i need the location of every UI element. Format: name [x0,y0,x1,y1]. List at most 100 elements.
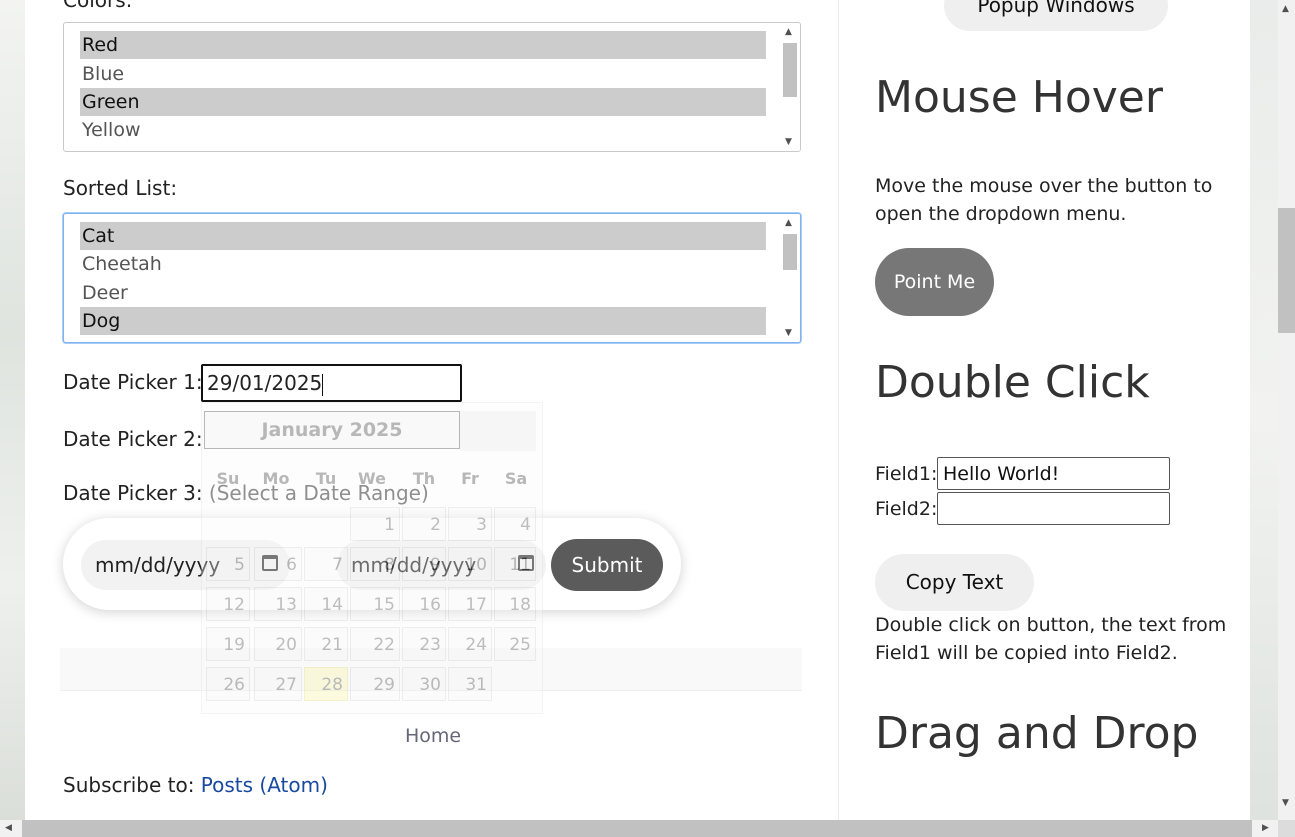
scroll-down-icon[interactable]: ▼ [785,328,792,338]
datepicker-day[interactable]: 5 [206,547,250,581]
datepicker-empty-cell [494,667,536,701]
datepicker-day[interactable]: 12 [206,587,250,621]
datepicker-day[interactable]: 26 [206,667,250,701]
datepicker-header-bar [460,411,536,451]
datepicker-day[interactable]: 22 [350,627,400,661]
scroll-down-icon[interactable]: ▼ [1282,798,1289,808]
datepicker-month-title: January 2025 [204,411,460,449]
subscribe-label: Subscribe to: [63,773,195,797]
date-picker-1-input[interactable]: 29/01/2025 [201,364,462,402]
datepicker-day[interactable]: 10 [448,547,492,581]
datepicker-day[interactable]: 31 [448,667,492,701]
datepicker-day[interactable]: 6 [254,547,302,581]
text-caret [322,373,324,396]
point-me-button[interactable]: Point Me [875,248,994,316]
home-link[interactable]: Home [405,725,461,747]
date-picker-1-value: 29/01/2025 [207,371,323,395]
submit-button[interactable]: Submit [551,539,663,591]
scroll-up-icon[interactable]: ▲ [785,218,792,228]
page-horizontal-scrollbar[interactable]: ◀ ▶ [0,820,1278,837]
scrollbar-corner [1278,820,1295,837]
posts-atom-link[interactable]: Posts (Atom) [201,773,328,797]
sorted-option[interactable]: Cheetah [80,250,766,278]
drag-and-drop-heading: Drag and Drop [875,708,1199,759]
datepicker-empty-cell [254,507,302,541]
field2-label: Field2: [875,498,938,520]
colors-option[interactable]: Red [80,31,766,59]
background-right [1250,0,1278,837]
datepicker-weekday: Th [412,469,436,488]
datepicker-day[interactable]: 19 [206,627,250,661]
datepicker-empty-cell [206,507,250,541]
datepicker-day[interactable]: 28 [304,667,348,701]
colors-label: Colors: [63,0,133,12]
sorted-option[interactable]: Cat [80,222,766,250]
copy-text-button[interactable]: Copy Text [875,554,1034,611]
datepicker-day[interactable]: 20 [254,627,302,661]
datepicker-day[interactable]: 17 [448,587,492,621]
datepicker-day[interactable]: 13 [254,587,302,621]
datepicker-weekday: Tu [315,469,337,488]
popup-windows-button[interactable]: Popup Windows [944,0,1168,31]
datepicker-weekday: Sa [504,469,528,488]
datepicker-day[interactable]: 2 [402,507,446,541]
datepicker-day[interactable]: 24 [448,627,492,661]
scroll-up-icon[interactable]: ▲ [785,27,792,37]
scroll-right-icon[interactable]: ▶ [1262,823,1269,833]
date-picker-3-label-text: Date Picker 3: [63,481,203,505]
sorted-listbox[interactable]: Cat Cheetah Deer Dog ▲ ▼ [63,213,801,343]
datepicker-day[interactable]: 21 [304,627,348,661]
sorted-option[interactable]: Dog [80,307,766,335]
sorted-scrollbar[interactable]: ▲ ▼ [780,214,800,342]
date-picker-2-label: Date Picker 2: [63,427,203,451]
datepicker-weekday: Mo [262,469,290,488]
field1-label: Field1: [875,463,938,485]
scroll-down-icon[interactable]: ▼ [785,137,792,147]
date-picker-1-label: Date Picker 1: [63,370,203,394]
mouse-hover-heading: Mouse Hover [875,72,1163,123]
datepicker-day[interactable]: 9 [402,547,446,581]
datepicker-day[interactable]: 29 [350,667,400,701]
scroll-left-icon[interactable]: ◀ [5,823,12,833]
datepicker-day[interactable]: 23 [402,627,446,661]
datepicker-day[interactable]: 18 [494,587,536,621]
vertical-scroll-thumb[interactable] [1278,208,1295,333]
colors-option[interactable]: Green [80,88,766,116]
background-left [0,0,25,837]
datepicker-day[interactable]: 14 [304,587,348,621]
datepicker-weekday: Su [216,469,240,488]
mouse-hover-desc-2: open the dropdown menu. [875,203,1127,225]
datepicker-day[interactable]: 27 [254,667,302,701]
sorted-list-label: Sorted List: [63,176,178,200]
datepicker-day[interactable]: 4 [494,507,536,541]
column-divider [838,0,839,820]
datepicker-day[interactable]: 7 [304,547,348,581]
datepicker-day[interactable]: 8 [350,547,400,581]
datepicker-day[interactable]: 25 [494,627,536,661]
datepicker-popup[interactable]: January 2025 Su Mo Tu We Th Fr Sa 1 2 3 4 5 6 7 8 9 10 11… [201,402,543,714]
page-vertical-scrollbar[interactable]: ▲ ▼ [1278,0,1295,820]
colors-scrollbar[interactable]: ▲ ▼ [780,23,800,151]
datepicker-empty-cell [304,507,348,541]
scroll-up-icon[interactable]: ▲ [1282,4,1289,14]
colors-listbox[interactable]: Red Blue Green Yellow ▲ ▼ [63,22,801,152]
sorted-option[interactable]: Deer [80,279,766,307]
datepicker-day[interactable]: 3 [448,507,492,541]
datepicker-weekday: We [358,469,386,488]
datepicker-day[interactable]: 16 [402,587,446,621]
scroll-thumb[interactable] [783,43,797,97]
field2-input[interactable] [937,492,1170,525]
subscribe-line: Subscribe to: Posts (Atom) [63,773,328,797]
datepicker-day[interactable]: 11 [494,547,536,581]
scroll-thumb[interactable] [783,234,797,270]
datepicker-day[interactable]: 15 [350,587,400,621]
datepicker-weekday: Fr [461,469,479,488]
double-click-desc-2: Field1 will be copied into Field2. [875,642,1178,664]
field1-input[interactable]: Hello World! [937,457,1170,490]
colors-option[interactable]: Blue [80,60,766,88]
colors-option[interactable]: Yellow [80,116,766,144]
double-click-heading: Double Click [875,357,1150,408]
datepicker-day[interactable]: 30 [402,667,446,701]
datepicker-day[interactable]: 1 [350,507,400,541]
horizontal-scroll-thumb[interactable] [22,820,1252,837]
